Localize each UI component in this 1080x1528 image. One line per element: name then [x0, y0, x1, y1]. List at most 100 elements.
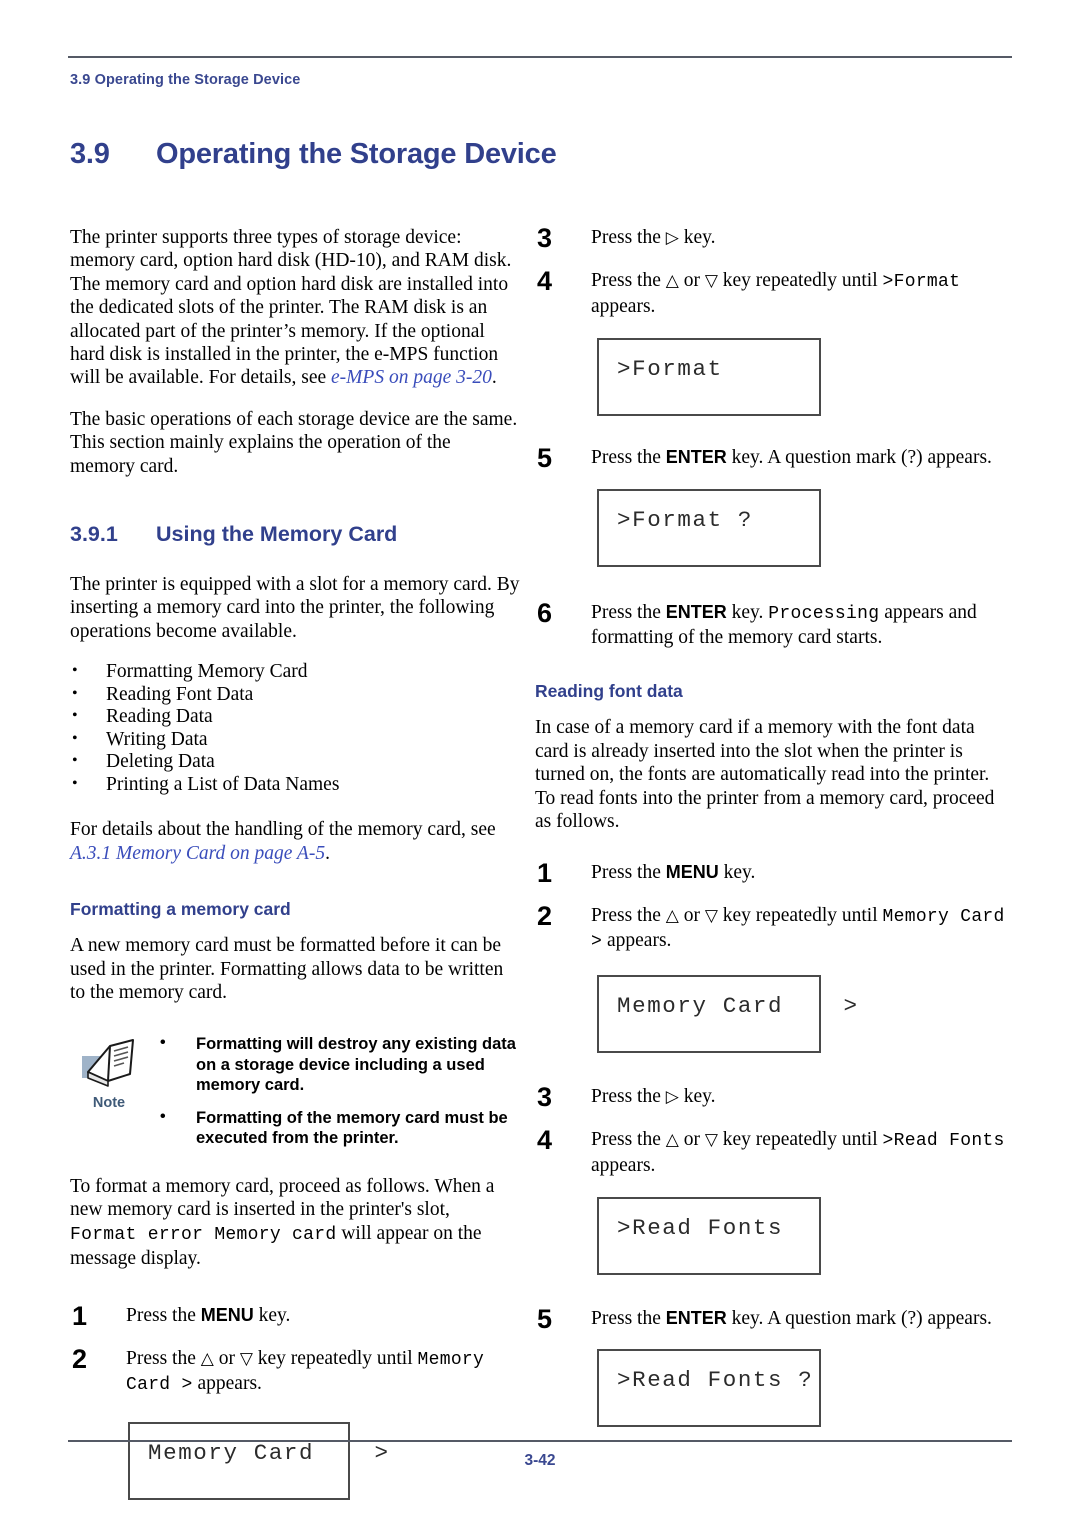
- list-item: Formatting Memory Card: [70, 660, 520, 684]
- lcd-display-memory-card-2: Memory Card >: [597, 974, 857, 1053]
- lcd-display-read-fonts-question: >Read Fonts ?: [597, 1349, 821, 1428]
- format-intro-a: To format a memory card, proceed as foll…: [70, 1175, 495, 1221]
- right-arrow-icon: ▷: [665, 228, 679, 248]
- page-number: 3-42: [524, 1452, 556, 1469]
- step-format-1: 1 Press the MENU key.: [70, 1301, 520, 1332]
- section-number: 3.9: [70, 138, 110, 170]
- step-number: 2: [537, 900, 553, 931]
- header-rule: [68, 56, 1012, 58]
- step-read-2: 2 Press the △ or ▽ key repeatedly until …: [535, 900, 1010, 955]
- step-number: 2: [72, 1343, 88, 1374]
- left-column: The printer supports three types of stor…: [70, 226, 520, 1500]
- formatting-paragraph: A new memory card must be formatted befo…: [70, 935, 504, 1003]
- up-arrow-icon: △: [665, 905, 679, 926]
- subsection-title: Using the Memory Card: [156, 522, 398, 547]
- list-item: Reading Data: [70, 705, 520, 729]
- intro-text-1-end: .: [491, 367, 497, 389]
- step-number: 1: [72, 1301, 88, 1332]
- note-icon-wrap: Note: [78, 1034, 140, 1111]
- intro-paragraph-1: The printer supports three types of stor…: [70, 226, 520, 390]
- step-text-a: Press the: [591, 862, 666, 884]
- handling-paragraph: For details about the handling of the me…: [70, 818, 520, 865]
- key-menu: MENU: [665, 862, 719, 883]
- step-or: or: [213, 1347, 240, 1369]
- step-text-a: Press the: [591, 1085, 666, 1107]
- list-item: Reading Font Data: [70, 683, 520, 707]
- key-enter: ENTER: [665, 1307, 727, 1328]
- step-format-6: 6 Press the ENTER key. Processing appear…: [535, 599, 1010, 650]
- step-read-4: 4 Press the △ or ▽ key repeatedly until …: [535, 1125, 1010, 1177]
- right-column: 3 Press the ▷ key. 4 Press the △ or ▽ ke…: [535, 223, 1010, 1428]
- down-arrow-icon: ▽: [704, 905, 718, 926]
- step-text-b: key repeatedly until: [252, 1347, 418, 1369]
- step-text-a: Press the: [591, 1307, 666, 1329]
- step-read-1: 1 Press the MENU key.: [535, 858, 1010, 889]
- step-number: 1: [537, 858, 553, 889]
- step-text-a: Press the: [126, 1305, 201, 1327]
- running-header: 3.9 Operating the Storage Device: [70, 72, 301, 88]
- lcd-display-format: >Format: [597, 338, 821, 417]
- reading-font-data-heading: Reading font data: [535, 681, 683, 702]
- step-or: or: [678, 904, 705, 926]
- subsection-heading: 3.9.1 Using the Memory Card: [70, 522, 520, 547]
- step-format-4: 4 Press the △ or ▽ key repeatedly until …: [535, 266, 1010, 318]
- step-text-a: Press the: [591, 601, 666, 623]
- step-number: 4: [537, 1125, 553, 1156]
- step-number: 3: [537, 223, 553, 253]
- lcd-display-format-question: >Format ?: [597, 488, 821, 567]
- step-text-a: Press the: [591, 1129, 666, 1151]
- step-or: or: [678, 270, 705, 292]
- step-number: 5: [537, 1303, 553, 1334]
- using-memory-card-paragraph: The printer is equipped with a slot for …: [70, 574, 520, 642]
- up-arrow-icon: △: [665, 1130, 679, 1151]
- handling-text-end: .: [325, 842, 330, 864]
- note-body: Formatting will destroy any existing dat…: [156, 1033, 520, 1149]
- step-number: 5: [537, 443, 553, 474]
- manual-page: 3.9 Operating the Storage Device 3.9 Oper…: [0, 0, 1080, 1528]
- list-item: Deleting Data: [70, 750, 520, 774]
- lcd-display-read-fonts: >Read Fonts: [597, 1196, 821, 1275]
- xref-emps[interactable]: e-MPS on page 3-20: [331, 367, 492, 388]
- down-arrow-icon: ▽: [704, 271, 718, 292]
- operations-list: Formatting Memory Card Reading Font Data…: [70, 660, 520, 797]
- step-format-3: 3 Press the ▷ key.: [535, 223, 1010, 253]
- down-arrow-icon: ▽: [704, 1130, 718, 1151]
- step-text-b: key.: [253, 1305, 291, 1327]
- step-text-b: key.: [726, 601, 769, 623]
- note-callout: Note Formatting will destroy any existin…: [70, 1033, 520, 1149]
- step-text-b: key.: [678, 1085, 716, 1107]
- step-text-c: appears.: [591, 295, 656, 317]
- format-intro-mono: Format error Memory card: [70, 1224, 337, 1245]
- xref-memory-card[interactable]: A.3.1 Memory Card on page A-5: [70, 843, 325, 864]
- step-mono: >Read Fonts: [882, 1131, 1005, 1152]
- step-text-b: key repeatedly until: [717, 904, 883, 926]
- step-text-b: key. A question mark (?) appears.: [726, 447, 992, 469]
- step-read-5: 5 Press the ENTER key. A question mark (…: [535, 1303, 1010, 1334]
- key-enter: ENTER: [665, 601, 727, 622]
- list-item: Printing a List of Data Names: [70, 773, 520, 797]
- note-list: Formatting will destroy any existing dat…: [156, 1033, 520, 1149]
- step-text-a: Press the: [591, 447, 666, 469]
- down-arrow-icon: ▽: [239, 1348, 253, 1369]
- step-number: 3: [537, 1081, 553, 1112]
- step-text-b: key repeatedly until: [717, 1129, 883, 1151]
- up-arrow-icon: △: [665, 271, 679, 292]
- step-text-a: Press the: [126, 1347, 201, 1369]
- step-format-5: 5 Press the ENTER key. A question mark (…: [535, 443, 1010, 474]
- step-mono: Processing: [768, 603, 880, 624]
- step-or: or: [678, 1129, 705, 1151]
- note-book-icon: [82, 1039, 134, 1088]
- step-text-b: key.: [678, 227, 716, 248]
- note-item: Formatting will destroy any existing dat…: [156, 1033, 520, 1096]
- step-number: 4: [537, 266, 553, 297]
- step-text-c: appears.: [602, 930, 672, 952]
- key-menu: MENU: [200, 1305, 254, 1326]
- list-item: Writing Data: [70, 728, 520, 752]
- footer-rule: [68, 1440, 1012, 1442]
- page-title: 3.9 Operating the Storage Device: [70, 138, 1010, 171]
- note-item: Formatting of the memory card must be ex…: [156, 1107, 520, 1149]
- step-text-a: Press the: [591, 270, 666, 292]
- reading-font-data-paragraph: In case of a memory card if a memory wit…: [535, 717, 995, 833]
- note-label: Note: [92, 1095, 126, 1112]
- step-text-a: Press the: [591, 227, 666, 248]
